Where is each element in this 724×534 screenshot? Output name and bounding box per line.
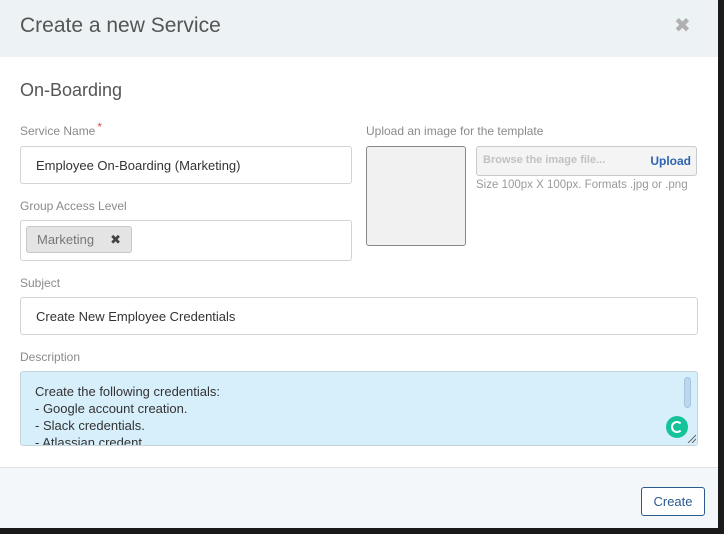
service-name-value: Employee On-Boarding (Marketing) (36, 157, 241, 173)
grammarly-icon[interactable] (666, 416, 688, 438)
service-name-label-text: Service Name (20, 124, 96, 138)
file-browse-placeholder: Browse the image file... (483, 154, 606, 166)
description-line: - Slack credentials. (35, 418, 145, 433)
upload-helper-text: Size 100px X 100px. Formats .jpg or .png (476, 179, 688, 191)
description-line: - Atlassian credent (35, 435, 142, 446)
subject-value: Create New Employee Credentials (36, 308, 236, 324)
subject-input[interactable]: Create New Employee Credentials (20, 297, 698, 335)
grammarly-g-glyph (671, 421, 683, 433)
subject-label: Subject (20, 276, 61, 290)
tag-remove-icon[interactable]: ✖ (110, 232, 121, 248)
textarea-scroll-thumb[interactable] (684, 377, 691, 408)
modal-title: Create a new Service (20, 14, 221, 37)
group-access-label: Group Access Level (20, 199, 127, 213)
description-label: Description (20, 350, 81, 364)
section-title: On-Boarding (20, 80, 123, 100)
description-line: - Google account creation. (35, 401, 188, 416)
description-textarea[interactable]: Create the following credentials: - Goog… (20, 371, 698, 446)
required-marker: * (97, 120, 103, 134)
upload-button[interactable]: Upload (650, 154, 691, 168)
create-service-modal: Create a new Service ✖ On-Boarding Servi… (0, 0, 718, 528)
file-browse-input[interactable]: Browse the image file... Upload (476, 146, 697, 176)
resize-handle-icon[interactable] (686, 433, 696, 443)
service-name-input[interactable]: Employee On-Boarding (Marketing) (20, 146, 352, 184)
modal-footer (0, 468, 718, 528)
service-name-label: Service Name * (20, 120, 102, 138)
image-preview (366, 146, 466, 246)
upload-label: Upload an image for the template (366, 124, 544, 138)
modal-header: Create a new Service ✖ (0, 0, 718, 57)
create-button[interactable]: Create (641, 487, 705, 516)
group-tag: Marketing ✖ (26, 226, 132, 253)
group-tag-label: Marketing (37, 232, 95, 247)
close-icon[interactable]: ✖ (674, 16, 692, 36)
description-line: Create the following credentials: (35, 384, 220, 399)
